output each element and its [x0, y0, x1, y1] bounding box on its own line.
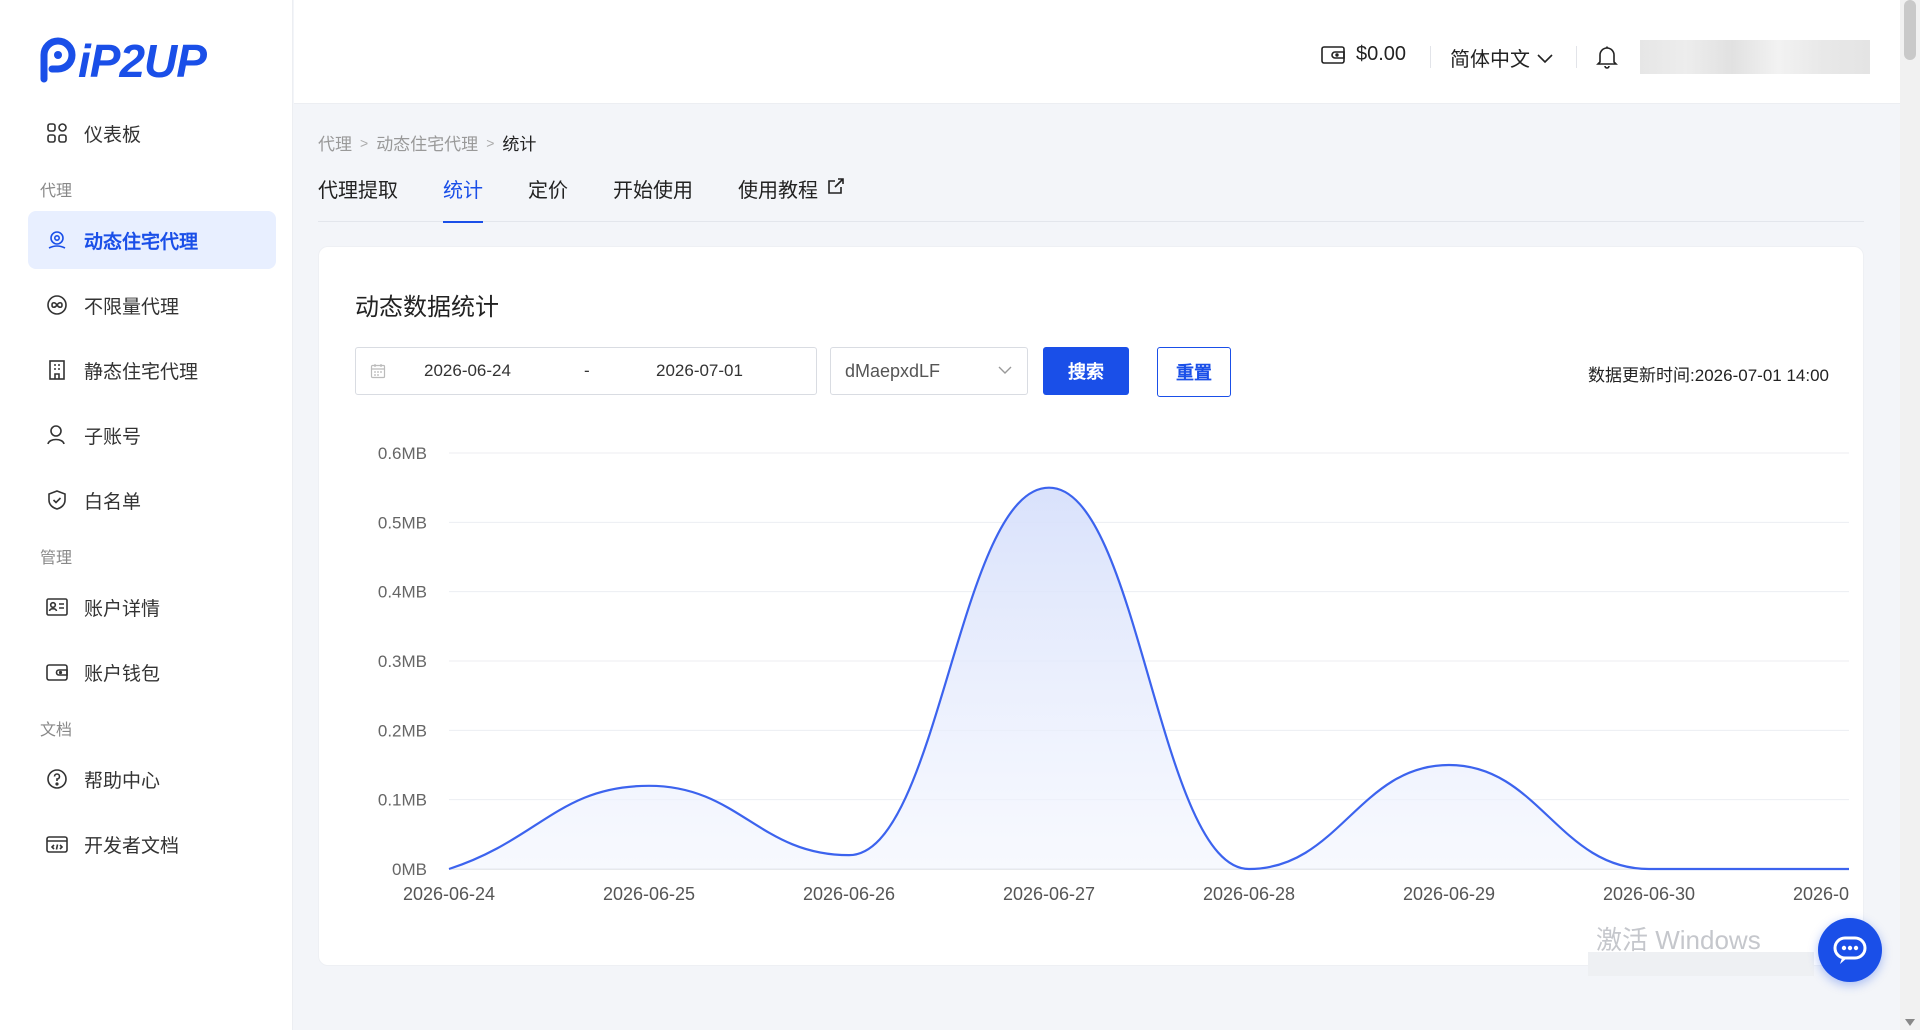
sidebar-item-label: 白名单: [84, 491, 142, 513]
sidebar-item-label: 帮助中心: [84, 770, 161, 792]
location-pin-icon: [44, 227, 70, 253]
sidebar-nav: 仪表板 代理 动态住宅代理 不限量代理 静态住宅代理 子账号 白名单 管理 账户…: [28, 104, 276, 880]
y-tick-label: 0.1MB: [378, 791, 427, 810]
logo-mark-icon: [40, 37, 76, 83]
breadcrumb: 代理 > 动态住宅代理 > 统计: [318, 130, 536, 155]
sidebar-item-label: 账户详情: [84, 598, 161, 620]
user-avatar-blurred[interactable]: [1640, 40, 1870, 74]
tab-statistics[interactable]: 统计: [443, 174, 483, 223]
scroll-down-arrow-icon[interactable]: [1905, 1019, 1915, 1026]
wallet-icon: [1321, 45, 1345, 64]
sidebar-item-static-residential[interactable]: 静态住宅代理: [28, 341, 276, 399]
breadcrumb-separator: >: [360, 134, 369, 151]
sidebar-item-wallet[interactable]: 账户钱包: [28, 643, 276, 701]
breadcrumb-current: 统计: [502, 135, 537, 154]
tab-label: 使用教程: [738, 180, 818, 202]
scrollbar-thumb[interactable]: [1904, 0, 1916, 60]
language-label: 简体中文: [1450, 49, 1530, 71]
code-doc-icon: [44, 831, 70, 857]
sidebar-item-label: 不限量代理: [84, 296, 180, 318]
x-tick-label: 2026-06-30: [1603, 884, 1695, 904]
stats-card: 动态数据统计 2026-06-24 - 2026-07-01 dMaepxdLF…: [318, 246, 1864, 966]
y-tick-label: 0.2MB: [378, 721, 427, 740]
sidebar-item-whitelist[interactable]: 白名单: [28, 471, 276, 529]
sidebar: iP2UP 仪表板 代理 动态住宅代理 不限量代理 静态住宅代理 子账号 白名单…: [0, 0, 293, 1030]
breadcrumb-item[interactable]: 动态住宅代理: [376, 130, 478, 155]
sidebar-item-help-center[interactable]: 帮助中心: [28, 750, 276, 808]
sidebar-item-unlimited[interactable]: 不限量代理: [28, 276, 276, 334]
sidebar-item-account-details[interactable]: 账户详情: [28, 578, 276, 636]
y-tick-label: 0.6MB: [378, 444, 427, 463]
balance-amount: $0.00: [1356, 43, 1407, 65]
divider: [1576, 46, 1577, 68]
tab-get-started[interactable]: 开始使用: [613, 174, 693, 222]
user-icon: [44, 422, 70, 448]
help-circle-icon: [44, 766, 70, 792]
top-bar: $0.00 简体中文: [294, 0, 1920, 104]
x-tick-label: 2026-06-28: [1203, 884, 1295, 904]
chevron-down-icon: [1537, 53, 1553, 63]
sidebar-item-label: 动态住宅代理: [84, 231, 199, 253]
sidebar-item-dashboard[interactable]: 仪表板: [28, 104, 276, 162]
sidebar-section-docs: 文档: [40, 722, 73, 739]
sidebar-item-label: 账户钱包: [84, 663, 161, 685]
x-tick-label: 2026-06-29: [1403, 884, 1495, 904]
sidebar-section-proxy: 代理: [40, 183, 73, 200]
sidebar-item-sub-account[interactable]: 子账号: [28, 406, 276, 464]
sidebar-item-dynamic-residential[interactable]: 动态住宅代理: [28, 211, 276, 269]
x-tick-label: 2026-06-24: [403, 884, 495, 904]
infinity-icon: [44, 292, 70, 318]
vertical-scrollbar[interactable]: [1900, 0, 1920, 1030]
y-tick-label: 0MB: [392, 860, 427, 879]
y-tick-label: 0.5MB: [378, 513, 427, 532]
sidebar-item-label: 仪表板: [84, 124, 142, 146]
traffic-area-chart: 0MB 0.1MB 0.2MB 0.3MB 0.4MB 0.5MB 0.6MB 2026-0…: [378, 444, 1849, 904]
wallet-icon: [44, 659, 70, 685]
logo-text: iP2UP: [78, 35, 207, 87]
y-tick-label: 0.3MB: [378, 652, 427, 671]
y-axis: 0MB 0.1MB 0.2MB 0.3MB 0.4MB 0.5MB 0.6MB: [378, 444, 427, 879]
tab-bar: 代理提取 统计 定价 开始使用 使用教程: [318, 174, 1864, 223]
shield-check-icon: [44, 487, 70, 513]
sidebar-item-developer-docs[interactable]: 开发者文档: [28, 815, 276, 873]
breadcrumb-separator: >: [486, 134, 495, 151]
building-icon: [44, 357, 70, 383]
notification-bell-icon[interactable]: [1596, 45, 1618, 74]
balance-display[interactable]: $0.00: [1320, 43, 1406, 66]
x-tick-label: 2026-06-25: [603, 884, 695, 904]
chat-bubble-icon: [1833, 936, 1867, 964]
x-axis: 2026-06-24 2026-06-25 2026-06-26 2026-06-27…: [403, 884, 1849, 904]
sidebar-item-label: 开发者文档: [84, 835, 180, 857]
external-link-icon: [828, 178, 844, 194]
breadcrumb-item[interactable]: 代理: [318, 130, 352, 155]
watermark-bar: [1588, 952, 1814, 976]
logo[interactable]: iP2UP: [36, 34, 207, 88]
sidebar-section-manage: 管理: [40, 550, 73, 567]
y-tick-label: 0.4MB: [378, 583, 427, 602]
chat-support-button[interactable]: [1818, 918, 1882, 982]
x-tick-label: 2026-06-26: [803, 884, 895, 904]
divider: [1430, 46, 1431, 68]
tab-pricing[interactable]: 定价: [528, 174, 568, 222]
sidebar-item-label: 子账号: [84, 426, 142, 448]
x-tick-label: 2026-0: [1793, 884, 1849, 904]
sidebar-item-label: 静态住宅代理: [84, 361, 199, 383]
tab-proxy-extract[interactable]: 代理提取: [318, 174, 398, 222]
x-tick-label: 2026-06-27: [1003, 884, 1095, 904]
language-selector[interactable]: 简体中文: [1450, 43, 1554, 72]
grid-icon: [44, 120, 70, 146]
tab-tutorial[interactable]: 使用教程: [738, 174, 846, 222]
id-card-icon: [44, 594, 70, 620]
